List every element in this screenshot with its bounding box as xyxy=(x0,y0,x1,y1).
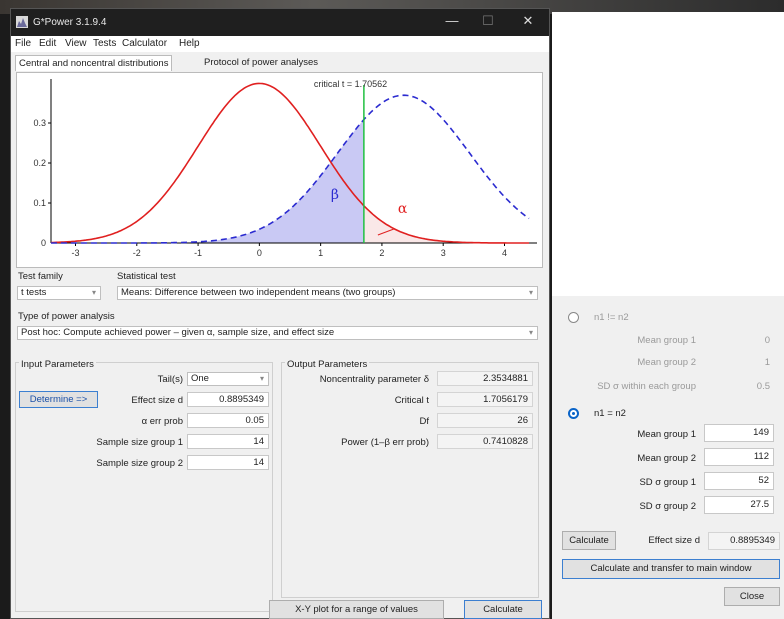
power-analysis-value: Post hoc: Compute achieved power – given… xyxy=(21,327,335,338)
side-effect-size-label: Effect size d xyxy=(648,535,700,546)
alpha-label: α xyxy=(398,201,408,217)
mean-group1-label-disabled: Mean group 1 xyxy=(637,335,696,346)
sd-group1-label: SD σ group 1 xyxy=(639,477,696,488)
df-label: Df xyxy=(419,416,430,427)
x-tick-label: 2 xyxy=(379,248,384,258)
alpha-err-input[interactable]: 0.05 xyxy=(187,413,269,428)
noncentrality-value: 2.3534881 xyxy=(437,371,533,386)
mean-group2-label: Mean group 2 xyxy=(637,453,696,464)
menu-view[interactable]: View xyxy=(65,38,87,49)
gpower-app-icon xyxy=(16,16,28,28)
tails-select[interactable]: One ▾ xyxy=(187,372,269,386)
title-bar[interactable]: G*Power 3.1.9.4 — ☐ ✕ xyxy=(11,9,549,36)
sample-size-group2-input[interactable]: 14 xyxy=(187,455,269,470)
side-close-button[interactable]: Close xyxy=(724,587,780,606)
close-button[interactable]: ✕ xyxy=(514,13,542,29)
x-tick-label: 3 xyxy=(441,248,446,258)
x-tick-label: 0 xyxy=(257,248,262,258)
effect-size-input[interactable]: 0.8895349 xyxy=(187,392,269,407)
test-family-select[interactable]: t tests ▾ xyxy=(17,286,101,300)
chevron-down-icon: ▾ xyxy=(259,374,264,383)
critical-t-value: 1.7056179 xyxy=(437,392,533,407)
sample-size-group1-input[interactable]: 14 xyxy=(187,434,269,449)
menu-file[interactable]: File xyxy=(15,38,31,49)
sd-group2-label: SD σ group 2 xyxy=(639,501,696,512)
radio-n1-not-n2[interactable] xyxy=(568,312,579,323)
mean-group2-value-disabled: 1 xyxy=(764,357,770,368)
side-effect-size-value: 0.8895349 xyxy=(708,532,780,550)
statistical-test-select[interactable]: Means: Difference between two independen… xyxy=(117,286,538,300)
noncentrality-label: Noncentrality parameter δ xyxy=(319,374,429,385)
sd-group2-input[interactable]: 27.5 xyxy=(704,496,774,514)
window-title: G*Power 3.1.9.4 xyxy=(33,17,107,28)
effect-size-label: Effect size d xyxy=(131,395,183,406)
distribution-chart: 0.1 0.2 0.3 0 -3 -2 -1 0 1 2 3 4 critical t = 1.7056… xyxy=(33,79,537,258)
tab-distributions[interactable]: Central and noncentral distributions xyxy=(15,55,173,71)
maximize-button[interactable]: ☐ xyxy=(474,13,502,29)
menu-bar: File Edit View Tests Calculator Help xyxy=(11,36,549,52)
y-tick-label: 0.1 xyxy=(33,198,46,208)
menu-help[interactable]: Help xyxy=(179,38,200,49)
chevron-down-icon: ▾ xyxy=(91,288,96,297)
mean-group2-input[interactable]: 112 xyxy=(704,448,774,466)
df-value: 26 xyxy=(437,413,533,428)
tails-label: Tail(s) xyxy=(157,374,183,385)
sample-size-group1-label: Sample size group 1 xyxy=(96,437,183,448)
y-tick-label: 0.3 xyxy=(33,118,46,128)
radio-n1-equals-n2[interactable] xyxy=(568,408,579,419)
gpower-main-window: G*Power 3.1.9.4 — ☐ ✕ File Edit View Tes… xyxy=(10,8,550,619)
x-tick-label: -1 xyxy=(194,248,202,258)
mean-group1-label: Mean group 1 xyxy=(637,429,696,440)
calculate-button[interactable]: Calculate xyxy=(464,600,542,619)
menu-calculator[interactable]: Calculator xyxy=(122,38,167,49)
sd-within-value-disabled: 0.5 xyxy=(756,381,770,392)
beta-label: β xyxy=(331,187,339,203)
effect-size-panel: n1 != n2 Mean group 1 0 Mean group 2 1 S… xyxy=(552,12,784,619)
chevron-down-icon: ▾ xyxy=(528,288,533,297)
menu-edit[interactable]: Edit xyxy=(39,38,56,49)
determine-button[interactable]: Determine => xyxy=(19,391,98,408)
power-label: Power (1–β err prob) xyxy=(341,437,429,448)
alpha-region xyxy=(363,205,529,243)
x-tick-label: -2 xyxy=(133,248,141,258)
test-family-value: t tests xyxy=(21,287,47,298)
critical-t-label: critical t = 1.70562 xyxy=(314,79,387,89)
distribution-plot: 0.1 0.2 0.3 0 -3 -2 -1 0 1 2 3 4 critical t = 1.7056… xyxy=(16,72,543,268)
statistical-test-value: Means: Difference between two independen… xyxy=(121,287,396,298)
y-tick-label: 0.2 xyxy=(33,158,46,168)
x-tick-label: -3 xyxy=(72,248,80,258)
x-tick-label: 4 xyxy=(502,248,507,258)
minimize-button[interactable]: — xyxy=(438,13,466,28)
xy-plot-button[interactable]: X-Y plot for a range of values xyxy=(269,600,444,619)
y-tick-label: 0 xyxy=(41,238,46,248)
test-family-label: Test family xyxy=(18,271,63,282)
mean-group1-value-disabled: 0 xyxy=(764,335,770,346)
statistical-test-label: Statistical test xyxy=(117,271,176,282)
mean-group1-input[interactable]: 149 xyxy=(704,424,774,442)
tails-value: One xyxy=(191,373,209,384)
blank-area xyxy=(552,12,784,296)
sd-within-label-disabled: SD σ within each group xyxy=(597,381,696,392)
option-n1-not-n2-label: n1 != n2 xyxy=(594,312,629,323)
power-value: 0.7410828 xyxy=(437,434,533,449)
option-n1-equals-n2-label: n1 = n2 xyxy=(594,408,626,419)
calculate-transfer-button[interactable]: Calculate and transfer to main window xyxy=(562,559,780,579)
menu-tests[interactable]: Tests xyxy=(93,38,116,49)
sample-size-group2-label: Sample size group 2 xyxy=(96,458,183,469)
x-tick-label: 1 xyxy=(318,248,323,258)
input-parameters-title: Input Parameters xyxy=(19,359,96,370)
tab-protocol[interactable]: Protocol of power analyses xyxy=(201,55,321,70)
mean-group2-label-disabled: Mean group 2 xyxy=(637,357,696,368)
chevron-down-icon: ▾ xyxy=(528,328,533,337)
side-calculate-button[interactable]: Calculate xyxy=(562,531,616,550)
power-analysis-select[interactable]: Post hoc: Compute achieved power – given… xyxy=(17,326,538,340)
output-parameters-title: Output Parameters xyxy=(285,359,370,370)
critical-t-label: Critical t xyxy=(394,395,429,406)
power-analysis-label: Type of power analysis xyxy=(18,311,115,322)
sd-group1-input[interactable]: 52 xyxy=(704,472,774,490)
alpha-err-label: α err prob xyxy=(141,416,183,427)
tab-strip: Central and noncentral distributions Pro… xyxy=(11,54,549,71)
